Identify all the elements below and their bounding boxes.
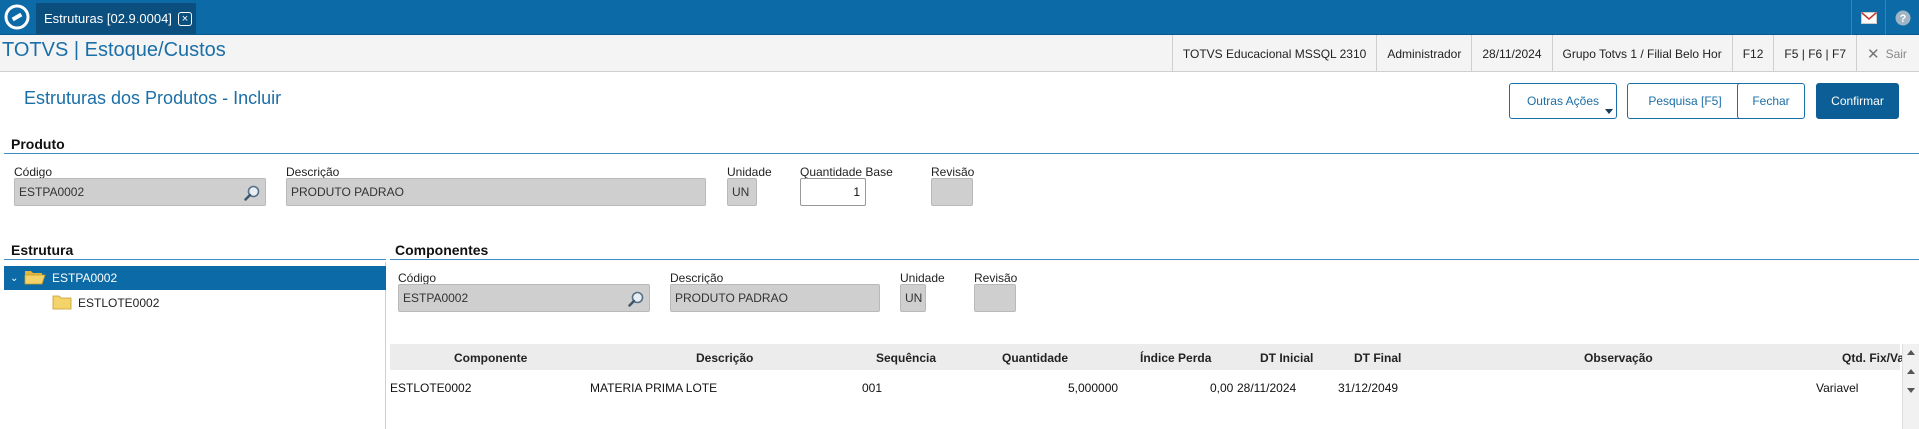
user-info[interactable]: Administrador — [1376, 35, 1471, 72]
cell-dt-inicial[interactable]: 28/11/2024 — [1237, 381, 1296, 395]
produto-codigo-field[interactable]: ESTPA0002 — [14, 178, 266, 206]
header-info: TOTVS Educacional MSSQL 2310 Administrad… — [1171, 35, 1919, 72]
componente-revisao-label: Revisão — [974, 271, 1018, 285]
environment-info[interactable]: TOTVS Educacional MSSQL 2310 — [1171, 35, 1376, 72]
estrutura-tree: ⌄ ESTPA0002 ESTLOTE0002 — [4, 262, 386, 429]
col-quantidade[interactable]: Quantidade — [1002, 351, 1068, 365]
col-descricao[interactable]: Descrição — [696, 351, 753, 365]
componente-unidade-field: UN — [900, 284, 926, 312]
col-indice-perda[interactable]: Índice Perda — [1140, 351, 1211, 365]
estrutura-section-title: Estrutura — [11, 242, 74, 258]
outras-acoes-label: Outras Ações — [1526, 94, 1600, 108]
grid-scrollbar[interactable] — [1902, 344, 1919, 429]
produto-revisao-label: Revisão — [931, 165, 975, 179]
folder-open-icon — [24, 269, 46, 288]
tree-item-estlote0002[interactable]: ESTLOTE0002 — [4, 291, 386, 315]
quantidade-base-input[interactable]: 1 — [800, 178, 866, 206]
tree-item-label: ESTLOTE0002 — [78, 296, 160, 310]
close-icon: ✕ — [1867, 45, 1880, 63]
componente-descricao-field: PRODUTO PADRAO — [670, 284, 880, 312]
cell-sequencia[interactable]: 001 — [862, 381, 882, 395]
produto-unidade-field: UN — [727, 178, 757, 206]
search-icon[interactable] — [244, 185, 260, 204]
col-componente[interactable]: Componente — [454, 351, 527, 365]
top-tab-bar: Estruturas [02.9.0004] × ? — [0, 0, 1919, 35]
estrutura-divider — [4, 259, 386, 260]
mail-icon[interactable] — [1851, 0, 1885, 35]
scroll-down-icon[interactable] — [1907, 388, 1915, 393]
componente-unidade-label: Unidade — [900, 271, 945, 285]
componente-codigo-field[interactable]: ESTPA0002 — [398, 284, 650, 312]
componentes-divider — [390, 259, 1919, 260]
outras-acoes-button[interactable]: Outras Ações — [1509, 83, 1617, 119]
tree-item-label: ESTPA0002 — [52, 271, 118, 285]
col-dt-final[interactable]: DT Final — [1354, 351, 1401, 365]
componente-codigo-label: Código — [398, 271, 437, 285]
chevron-down-icon — [1605, 109, 1613, 114]
produto-revisao-field — [931, 178, 973, 206]
folder-icon — [52, 294, 72, 313]
sair-label: Sair — [1885, 46, 1907, 61]
produto-divider — [4, 153, 1919, 154]
app-title: TOTVS | Estoque/Custos — [2, 39, 226, 61]
totvs-logo-icon[interactable] — [4, 4, 30, 30]
tree-item-estpa0002[interactable]: ⌄ ESTPA0002 — [4, 266, 386, 290]
sair-button[interactable]: ✕ Sair — [1856, 35, 1919, 72]
componente-revisao-field — [974, 284, 1016, 312]
chevron-down-icon[interactable]: ⌄ — [10, 273, 24, 284]
table-row[interactable]: ESTLOTE0002 MATERIA PRIMA LOTE 001 5,000… — [390, 370, 1900, 404]
branch-info[interactable]: Grupo Totvs 1 / Filial Belo Hor — [1551, 35, 1732, 72]
scroll-page-up-icon[interactable] — [1907, 369, 1915, 374]
componente-codigo-value: ESTPA0002 — [403, 291, 469, 305]
app-header: TOTVS | Estoque/Custos TOTVS Educacional… — [0, 35, 1919, 72]
col-observacao[interactable]: Observação — [1584, 351, 1653, 365]
produto-section-title: Produto — [11, 136, 65, 152]
fkeys-shortcut[interactable]: F5 | F6 | F7 — [1773, 35, 1856, 72]
quantidade-base-label: Quantidade Base — [800, 165, 893, 179]
produto-unidade-label: Unidade — [727, 165, 772, 179]
col-sequencia[interactable]: Sequência — [876, 351, 936, 365]
cell-dt-final[interactable]: 31/12/2049 — [1338, 381, 1398, 395]
tab-label: Estruturas [02.9.0004] — [44, 11, 172, 26]
cell-descricao[interactable]: MATERIA PRIMA LOTE — [590, 381, 717, 395]
col-dt-inicial[interactable]: DT Inicial — [1260, 351, 1313, 365]
pesquisa-button[interactable]: Pesquisa [F5] — [1627, 83, 1743, 119]
tab-close-icon[interactable]: × — [177, 11, 192, 26]
col-qtd-fix-var[interactable]: Qtd. Fix/Va — [1842, 351, 1904, 365]
svg-text:?: ? — [1899, 13, 1906, 25]
produto-codigo-label: Código — [14, 165, 53, 179]
cell-quantidade[interactable]: 5,000000 — [1068, 381, 1118, 395]
help-icon[interactable]: ? — [1885, 0, 1919, 35]
page-title: Estruturas dos Produtos - Incluir — [24, 88, 282, 108]
cell-qtd-fix-var[interactable]: Variavel — [1816, 381, 1858, 395]
cell-indice-perda[interactable]: 0,00 — [1210, 381, 1233, 395]
produto-descricao-label: Descrição — [286, 165, 340, 179]
date-info[interactable]: 28/11/2024 — [1471, 35, 1551, 72]
componentes-section-title: Componentes — [395, 242, 489, 258]
cell-componente[interactable]: ESTLOTE0002 — [390, 381, 471, 395]
scroll-up-icon[interactable] — [1907, 350, 1915, 355]
search-icon[interactable] — [628, 291, 644, 310]
fechar-button[interactable]: Fechar — [1737, 83, 1805, 119]
produto-descricao-field: PRODUTO PADRAO — [286, 178, 706, 206]
tab-estruturas[interactable]: Estruturas [02.9.0004] × — [36, 3, 196, 34]
f12-shortcut[interactable]: F12 — [1731, 35, 1774, 72]
componente-descricao-label: Descrição — [670, 271, 724, 285]
confirmar-button[interactable]: Confirmar — [1816, 83, 1899, 119]
componentes-grid-header: Componente Descrição Sequência Quantidad… — [390, 344, 1904, 370]
produto-codigo-value: ESTPA0002 — [19, 185, 85, 199]
